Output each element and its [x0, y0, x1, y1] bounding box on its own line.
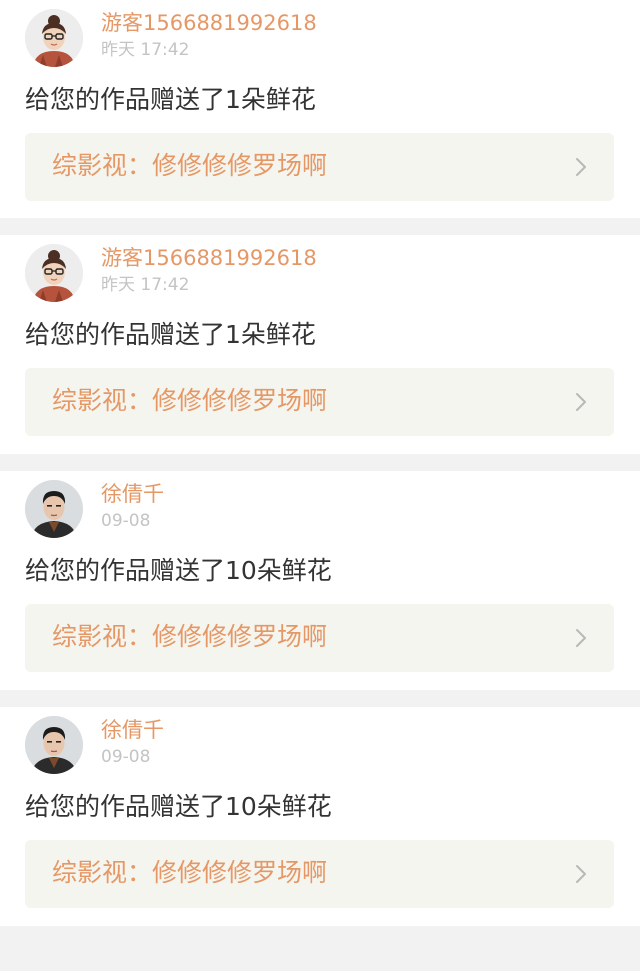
- gift-message: 给您的作品赠送了10朵鲜花: [25, 792, 332, 821]
- username[interactable]: 徐倩千: [101, 481, 164, 507]
- gift-message: 给您的作品赠送了1朵鲜花: [25, 320, 316, 349]
- work-link-button[interactable]: 综影视：修修修修罗场啊: [25, 840, 614, 908]
- man-portrait-avatar-icon: [25, 716, 83, 774]
- gift-notification-feed: 游客1566881992618 昨天 17:42 给您的作品赠送了1朵鲜花 综影…: [0, 0, 640, 971]
- timestamp: 昨天 17:42: [101, 40, 190, 60]
- gift-notification-card: 徐倩千 09-08 给您的作品赠送了10朵鲜花 综影视：修修修修罗场啊: [0, 471, 640, 690]
- man-portrait-avatar-icon: [25, 480, 83, 538]
- gift-message: 给您的作品赠送了10朵鲜花: [25, 556, 332, 585]
- chevron-right-icon: [574, 628, 588, 648]
- woman-glasses-avatar-icon: [25, 244, 83, 302]
- work-title: 综影视：修修修修罗场啊: [52, 386, 328, 415]
- work-title: 综影视：修修修修罗场啊: [52, 622, 328, 651]
- work-link-button[interactable]: 综影视：修修修修罗场啊: [25, 604, 614, 672]
- user-avatar[interactable]: [25, 244, 83, 302]
- work-title: 综影视：修修修修罗场啊: [52, 151, 328, 180]
- work-title: 综影视：修修修修罗场啊: [52, 858, 328, 887]
- username[interactable]: 游客1566881992618: [101, 10, 317, 36]
- work-link-button[interactable]: 综影视：修修修修罗场啊: [25, 368, 614, 436]
- gift-notification-card: 游客1566881992618 昨天 17:42 给您的作品赠送了1朵鲜花 综影…: [0, 0, 640, 218]
- timestamp: 昨天 17:42: [101, 275, 190, 295]
- user-avatar[interactable]: [25, 716, 83, 774]
- gift-message: 给您的作品赠送了1朵鲜花: [25, 85, 316, 114]
- timestamp: 09-08: [101, 747, 151, 767]
- user-avatar[interactable]: [25, 480, 83, 538]
- chevron-right-icon: [574, 392, 588, 412]
- timestamp: 09-08: [101, 511, 151, 531]
- gift-notification-card: 游客1566881992618 昨天 17:42 给您的作品赠送了1朵鲜花 综影…: [0, 235, 640, 454]
- user-avatar[interactable]: [25, 9, 83, 67]
- chevron-right-icon: [574, 157, 588, 177]
- username[interactable]: 游客1566881992618: [101, 245, 317, 271]
- gift-notification-card: 徐倩千 09-08 给您的作品赠送了10朵鲜花 综影视：修修修修罗场啊: [0, 707, 640, 926]
- username[interactable]: 徐倩千: [101, 717, 164, 743]
- chevron-right-icon: [574, 864, 588, 884]
- woman-glasses-avatar-icon: [25, 9, 83, 67]
- work-link-button[interactable]: 综影视：修修修修罗场啊: [25, 133, 614, 201]
